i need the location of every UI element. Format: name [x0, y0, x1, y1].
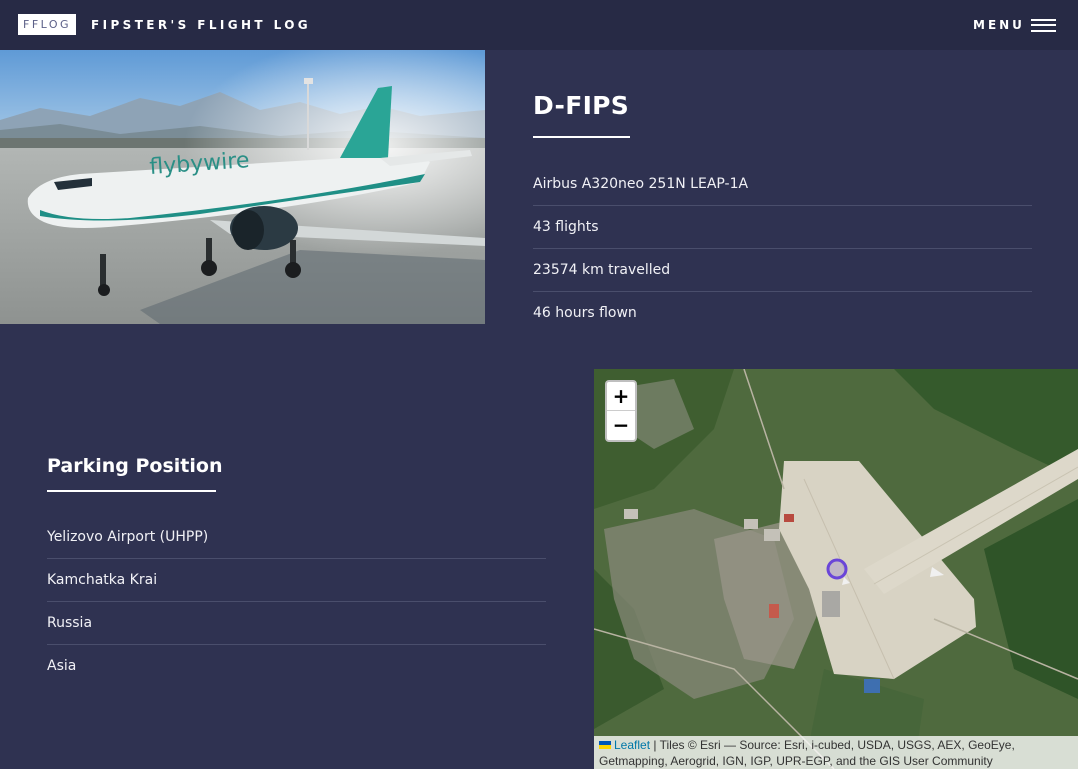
flight-count: 43 flights: [533, 206, 1032, 249]
zoom-in-button[interactable]: +: [607, 382, 635, 411]
aircraft-info-list: Airbus A320neo 251N LEAP-1A 43 flights 2…: [533, 163, 1032, 335]
zoom-out-button[interactable]: −: [607, 411, 635, 440]
aircraft-photo: flybywire: [0, 50, 485, 324]
menu-button[interactable]: MENU: [973, 17, 1056, 33]
distance-travelled: 23574 km travelled: [533, 249, 1032, 292]
satellite-imagery: [594, 369, 1078, 769]
parking-country: Russia: [47, 602, 546, 645]
title-underline: [533, 136, 630, 138]
parking-airport: Yelizovo Airport (UHPP): [47, 516, 546, 559]
hamburger-icon: [1030, 18, 1056, 32]
attribution-text: | Tiles © Esri — Source: Esri, i-cubed, …: [599, 738, 1015, 768]
parking-info-list: Yelizovo Airport (UHPP) Kamchatka Krai R…: [47, 516, 546, 688]
site-logo[interactable]: FFLOG: [18, 14, 77, 35]
map-attribution: Leaflet | Tiles © Esri — Source: Esri, i…: [594, 736, 1078, 769]
parking-position-section: Parking Position Yelizovo Airport (UHPP)…: [47, 448, 546, 688]
ukraine-flag-icon: [599, 741, 611, 749]
parking-continent: Asia: [47, 658, 77, 674]
menu-label: MENU: [973, 18, 1025, 32]
parking-map[interactable]: + − Leaflet | Tiles © Esri — Source: Esr…: [594, 369, 1078, 769]
leaflet-link[interactable]: Leaflet: [614, 738, 650, 752]
parking-title: Parking Position: [47, 455, 223, 477]
aircraft-registration: D-FIPS: [533, 91, 630, 120]
top-navbar: FFLOG FIPSTER'S FLIGHT LOG MENU: [0, 0, 1078, 50]
parking-position-marker: [826, 558, 848, 580]
parking-region: Kamchatka Krai: [47, 559, 546, 602]
aircraft-type: Airbus A320neo 251N LEAP-1A: [533, 163, 1032, 206]
aircraft-details: D-FIPS Airbus A320neo 251N LEAP-1A 43 fl…: [533, 88, 1032, 335]
zoom-control: + −: [605, 380, 637, 442]
site-title[interactable]: FIPSTER'S FLIGHT LOG: [91, 17, 311, 33]
title-underline: [47, 490, 216, 492]
hours-flown: 46 hours flown: [533, 305, 637, 321]
